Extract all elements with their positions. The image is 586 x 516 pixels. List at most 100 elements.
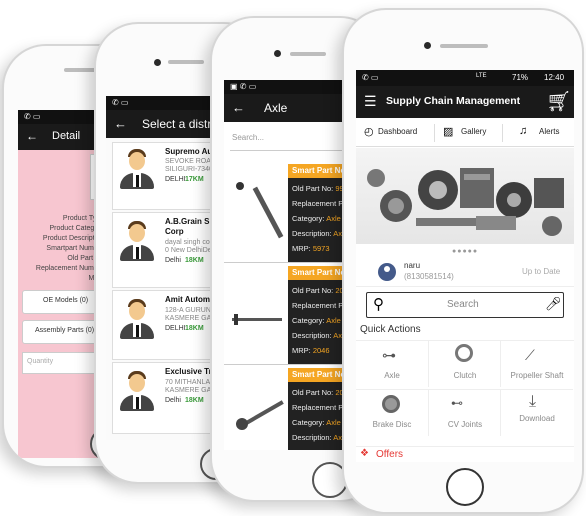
quick-action-label: Clutch (453, 371, 477, 380)
field-label: Smartpart Number (46, 245, 104, 252)
distributor-city: DELHI (165, 176, 186, 183)
phone-speaker (440, 44, 488, 48)
distributor-city: DELHI (165, 325, 186, 332)
back-arrow-icon[interactable]: ← (232, 100, 245, 115)
microphone-icon[interactable]: 🎤︎ (545, 296, 562, 312)
quick-action-propeller-shaft[interactable]: ⟋ Propeller Shaft (500, 341, 573, 387)
quick-actions-title: Quick Actions (360, 324, 421, 335)
tab-dashboard[interactable]: ◴ Dashboard (358, 124, 428, 142)
description-label: Description: (292, 229, 332, 238)
replacement-row: Replacement Pa (292, 199, 347, 208)
avatar (129, 374, 145, 392)
replacement-label: Replacement Pa (292, 301, 348, 310)
tab-gallery[interactable]: ▨ Gallery (434, 124, 499, 142)
old-part-row: Old Part No: 99 (292, 184, 344, 193)
tab-bar: ◴ Dashboard ▨ Gallery ♫ Alerts (356, 120, 574, 147)
avatar-tie (136, 247, 139, 259)
axle-shaft-image (230, 276, 284, 356)
propeller-shaft-icon: ⟋ (525, 347, 535, 363)
field-label: Product Type (62, 215, 104, 222)
banner-image (356, 148, 574, 244)
distributor-distance: 18KM (185, 325, 204, 332)
field-label: Product Category (49, 225, 104, 232)
clutch-icon (455, 344, 473, 362)
offers-label: Offers (376, 449, 404, 460)
phone-camera (154, 59, 161, 66)
description-row: Description: Axl (292, 331, 344, 340)
axle-icon: ⊶ (382, 347, 396, 363)
avatar-tie (136, 325, 139, 337)
old-part-row: Old Part No: 20 (292, 388, 344, 397)
tab-label: Gallery (461, 127, 487, 136)
avatar (129, 224, 145, 242)
avatar (129, 152, 145, 170)
replacement-row: Replacement Pa (292, 301, 347, 310)
quick-action-download[interactable]: ⤓ Download (500, 389, 573, 436)
quick-action-brake-disc[interactable]: Brake Disc (356, 389, 428, 436)
menu-icon[interactable]: ☰ (364, 93, 377, 110)
quick-action-clutch[interactable]: Clutch (428, 341, 501, 387)
app-bar: ☰ Supply Chain Management 🛒︎ (356, 86, 574, 118)
carousel-dots: ●●●●● (452, 248, 479, 255)
user-name: naru (404, 261, 421, 270)
offers-row[interactable]: ❖ Offers (356, 446, 574, 462)
page-title: Detail (52, 130, 81, 142)
distributor-city: Delhi (165, 257, 181, 264)
old-part-label: Old Part No: (292, 184, 334, 193)
offers-icon: ❖ (360, 448, 369, 459)
replacement-label: Replacement Pa (292, 403, 348, 412)
field-label: Product Description (42, 235, 104, 242)
page-title: Select a distri (142, 117, 215, 131)
category-row: Category: Axle S (292, 418, 348, 427)
user-phone: (8130581514) (404, 272, 454, 281)
page-title: Axle (264, 101, 288, 115)
search-icon: ⚲ (373, 296, 384, 313)
auto-parts-icon (367, 168, 564, 236)
phone-main: ✆ ▭ LTE 71% 12:40 ☰ Supply Chain Managem… (342, 8, 584, 514)
old-part-row: Old Part No: 20 (292, 286, 344, 295)
mrp-label: MRP: (292, 244, 311, 253)
distributor-distance: 18KM (185, 257, 204, 264)
tab-label: Alerts (539, 127, 560, 136)
description-label: Description: (292, 433, 332, 442)
back-arrow-icon[interactable]: ← (26, 129, 38, 143)
field-label: Old Part No (67, 255, 104, 262)
category-label: Category: (292, 316, 325, 325)
bell-icon: ♫ (519, 125, 528, 137)
assembly-parts-label: Assembly Parts (0) (35, 327, 95, 334)
axle-shaft-image (232, 378, 284, 448)
sync-status: Up to Date (522, 267, 561, 276)
distributor-name: Corp (165, 227, 184, 236)
quantity-placeholder: Quantity (27, 358, 54, 365)
phone-speaker (290, 52, 326, 56)
phone-speaker (168, 60, 204, 64)
phone-camera (274, 50, 281, 57)
quick-action-label: Download (519, 414, 555, 423)
quick-action-label: Propeller Shaft (510, 371, 564, 380)
mrp-row: MRP: 2046 (292, 346, 330, 355)
back-arrow-icon[interactable]: ← (114, 116, 127, 131)
status-battery: 71% (512, 73, 529, 82)
search-placeholder: Search (447, 299, 479, 310)
search-input[interactable]: ⚲ Search 🎤︎ (366, 292, 564, 318)
avatar-face (384, 266, 390, 272)
replacement-row: Replacement Pa (292, 403, 347, 412)
status-network: LTE (476, 73, 487, 79)
tab-alerts[interactable]: ♫ Alerts (502, 124, 573, 142)
home-button[interactable] (446, 468, 484, 506)
quick-action-cv-joints[interactable]: ⊷ CV Joints (428, 389, 501, 436)
category-row: Category: Axle S (292, 214, 348, 223)
quick-action-axle[interactable]: ⊶ Axle (356, 341, 428, 387)
status-time: 12:40 (544, 73, 565, 82)
description-row: Description: Axl (292, 229, 344, 238)
quick-action-label: Brake Disc (372, 420, 412, 429)
mrp-value: 2046 (312, 346, 330, 355)
category-row: Category: Axle S (292, 316, 348, 325)
cart-icon[interactable]: 🛒︎ (546, 89, 571, 114)
oe-models-label: OE Models (0) (43, 297, 89, 304)
avatar (129, 302, 145, 320)
brake-disc-icon (382, 395, 400, 413)
avatar-tie (136, 397, 139, 409)
replacement-label: Replacement Pa (292, 199, 348, 208)
description-label: Description: (292, 331, 332, 340)
